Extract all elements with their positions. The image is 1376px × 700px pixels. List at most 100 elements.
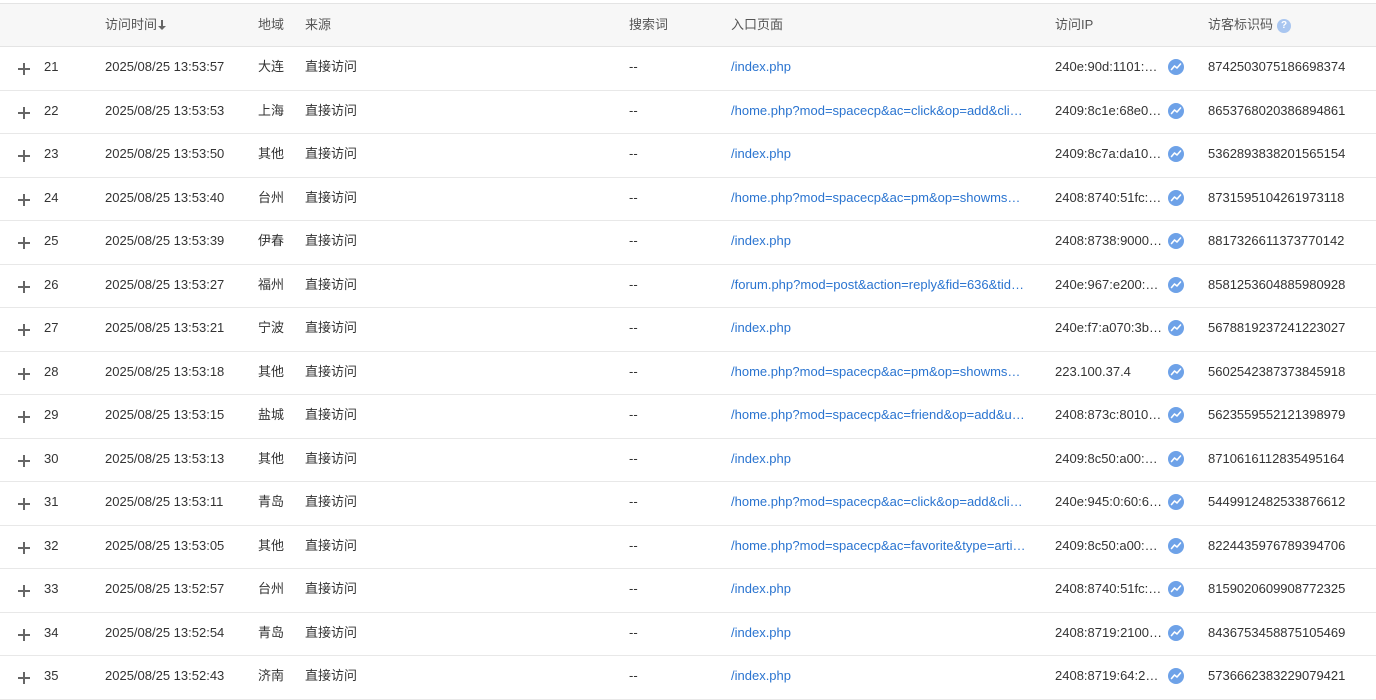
table-row: 28 2025/08/25 13:53:18 其他 直接访问 -- /home.php?m… bbox=[0, 352, 1376, 395]
expand-row-icon[interactable] bbox=[17, 584, 31, 598]
expand-row-icon[interactable] bbox=[17, 628, 31, 642]
visit-ip: 223.100.37.4 bbox=[1055, 363, 1131, 379]
trend-icon[interactable] bbox=[1168, 668, 1184, 684]
header-visit-time[interactable]: 访问时间 bbox=[105, 4, 167, 46]
trend-icon[interactable] bbox=[1168, 363, 1184, 380]
source: 直接访问 bbox=[305, 450, 358, 466]
expand-row-icon[interactable] bbox=[17, 454, 31, 468]
entry-page-link[interactable]: /home.php?mod=spacecp&ac=pm&op=showms… bbox=[731, 352, 1039, 392]
trend-icon[interactable] bbox=[1168, 276, 1184, 293]
trend-icon[interactable] bbox=[1168, 494, 1184, 510]
expand-row-icon[interactable] bbox=[17, 236, 31, 250]
expand-row-icon[interactable] bbox=[17, 671, 31, 685]
expand-row-icon[interactable] bbox=[17, 193, 31, 207]
source: 直接访问 bbox=[305, 494, 358, 509]
visit-time: 2025/08/25 13:53:13 bbox=[105, 450, 225, 466]
visitor-id: 8742503075186698374 bbox=[1208, 59, 1346, 74]
entry-page-link[interactable]: /index.php bbox=[731, 439, 1039, 479]
header-search-term: 搜索词 bbox=[629, 17, 669, 32]
region: 其他 bbox=[258, 146, 285, 161]
visitor-id: 5602542387373845918 bbox=[1208, 363, 1346, 379]
source: 直接访问 bbox=[305, 581, 358, 596]
trend-icon[interactable] bbox=[1168, 581, 1184, 597]
source: 直接访问 bbox=[305, 102, 358, 118]
visit-ip: 240e:f7:a070:3b… bbox=[1055, 320, 1162, 335]
visit-time: 2025/08/25 13:52:54 bbox=[105, 624, 225, 640]
trend-icon[interactable] bbox=[1168, 146, 1184, 162]
row-number: 24 bbox=[44, 189, 59, 205]
expand-row-icon[interactable] bbox=[17, 106, 31, 120]
source: 直接访问 bbox=[305, 276, 358, 292]
table-row: 33 2025/08/25 13:52:57 台州 直接访问 -- /index.php 2… bbox=[0, 569, 1376, 613]
search-term: -- bbox=[629, 233, 638, 248]
entry-page-link[interactable]: /index.php bbox=[731, 656, 1039, 696]
entry-page-link[interactable]: /home.php?mod=spacecp&ac=friend&op=add&u… bbox=[731, 395, 1039, 435]
expand-row-icon[interactable] bbox=[17, 149, 31, 163]
trend-icon[interactable] bbox=[1168, 233, 1184, 249]
expand-row-icon[interactable] bbox=[17, 280, 31, 294]
visit-log-table: 访问时间 地域 来源 搜索词 入口页面 访问IP 访客标识码? 21 2025/0… bbox=[0, 3, 1376, 700]
entry-page-link[interactable]: /home.php?mod=spacecp&ac=click&op=add&cl… bbox=[731, 91, 1039, 131]
visit-ip: 240e:945:0:60:6… bbox=[1055, 494, 1162, 509]
expand-row-icon[interactable] bbox=[17, 323, 31, 337]
table-row: 26 2025/08/25 13:53:27 福州 直接访问 -- /forum.php?… bbox=[0, 265, 1376, 308]
help-icon[interactable]: ? bbox=[1277, 19, 1292, 33]
visit-time: 2025/08/25 13:52:57 bbox=[105, 581, 225, 596]
expand-row-icon[interactable] bbox=[17, 62, 31, 76]
row-number: 26 bbox=[44, 276, 59, 292]
region: 盐城 bbox=[258, 407, 285, 422]
visit-time: 2025/08/25 13:53:21 bbox=[105, 320, 225, 335]
entry-page-link[interactable]: /index.php bbox=[731, 308, 1039, 348]
visit-time: 2025/08/25 13:53:50 bbox=[105, 146, 225, 161]
entry-page-link[interactable]: /home.php?mod=spacecp&ac=pm&op=showms… bbox=[731, 178, 1039, 218]
trend-icon[interactable] bbox=[1168, 624, 1184, 641]
trend-icon[interactable] bbox=[1168, 189, 1184, 206]
sort-down-icon bbox=[158, 20, 167, 30]
table-row: 23 2025/08/25 13:53:50 其他 直接访问 -- /index.php 2… bbox=[0, 134, 1376, 178]
visitor-id: 5623559552121398979 bbox=[1208, 407, 1346, 422]
expand-row-icon[interactable] bbox=[17, 497, 31, 511]
table-row: 25 2025/08/25 13:53:39 伊春 直接访问 -- /index.php 2… bbox=[0, 221, 1376, 265]
row-number: 22 bbox=[44, 102, 59, 118]
table-row: 34 2025/08/25 13:52:54 青岛 直接访问 -- /index.php 2… bbox=[0, 613, 1376, 656]
trend-icon[interactable] bbox=[1168, 450, 1184, 467]
region: 福州 bbox=[258, 276, 285, 292]
source: 直接访问 bbox=[305, 363, 358, 379]
visit-ip: 2408:8740:51fc:… bbox=[1055, 189, 1162, 205]
visitor-id: 8731595104261973118 bbox=[1208, 189, 1345, 205]
visit-time: 2025/08/25 13:53:39 bbox=[105, 233, 225, 248]
expand-row-icon[interactable] bbox=[17, 367, 31, 381]
entry-page-link[interactable]: /index.php bbox=[731, 613, 1039, 653]
row-number: 33 bbox=[44, 581, 59, 596]
table-row: 31 2025/08/25 13:53:11 青岛 直接访问 -- /home.php?m… bbox=[0, 482, 1376, 526]
visitor-id: 8159020609908772325 bbox=[1208, 581, 1346, 596]
visitor-id: 8817326611373770142 bbox=[1208, 233, 1345, 248]
visit-time: 2025/08/25 13:53:11 bbox=[105, 494, 224, 509]
trend-icon[interactable] bbox=[1168, 320, 1184, 336]
trend-icon[interactable] bbox=[1168, 407, 1184, 423]
visitor-id: 8436753458875105469 bbox=[1208, 624, 1346, 640]
entry-page-link[interactable]: /index.php bbox=[731, 569, 1039, 609]
source: 直接访问 bbox=[305, 189, 358, 205]
search-term: -- bbox=[629, 537, 638, 553]
entry-page-link[interactable]: /index.php bbox=[731, 47, 1039, 87]
visit-ip: 2408:8740:51fc:… bbox=[1055, 581, 1162, 596]
source: 直接访问 bbox=[305, 146, 358, 161]
entry-page-link[interactable]: /index.php bbox=[731, 134, 1039, 174]
expand-row-icon[interactable] bbox=[17, 410, 31, 424]
source: 直接访问 bbox=[305, 59, 358, 74]
trend-icon[interactable] bbox=[1168, 102, 1184, 119]
trend-icon[interactable] bbox=[1168, 59, 1184, 75]
row-number: 34 bbox=[44, 624, 59, 640]
entry-page-link[interactable]: /forum.php?mod=post&action=reply&fid=636… bbox=[731, 265, 1039, 305]
entry-page-link[interactable]: /home.php?mod=spacecp&ac=click&op=add&cl… bbox=[731, 482, 1039, 522]
header-entry-page: 入口页面 bbox=[731, 17, 784, 32]
region: 伊春 bbox=[258, 233, 285, 248]
header-visitor-id: 访客标识码? bbox=[1208, 4, 1292, 46]
entry-page-link[interactable]: /index.php bbox=[731, 221, 1039, 261]
entry-page-link[interactable]: /home.php?mod=spacecp&ac=favorite&type=a… bbox=[731, 526, 1039, 566]
region: 济南 bbox=[258, 668, 285, 683]
expand-row-icon[interactable] bbox=[17, 541, 31, 555]
region: 青岛 bbox=[258, 624, 285, 640]
trend-icon[interactable] bbox=[1168, 537, 1184, 554]
